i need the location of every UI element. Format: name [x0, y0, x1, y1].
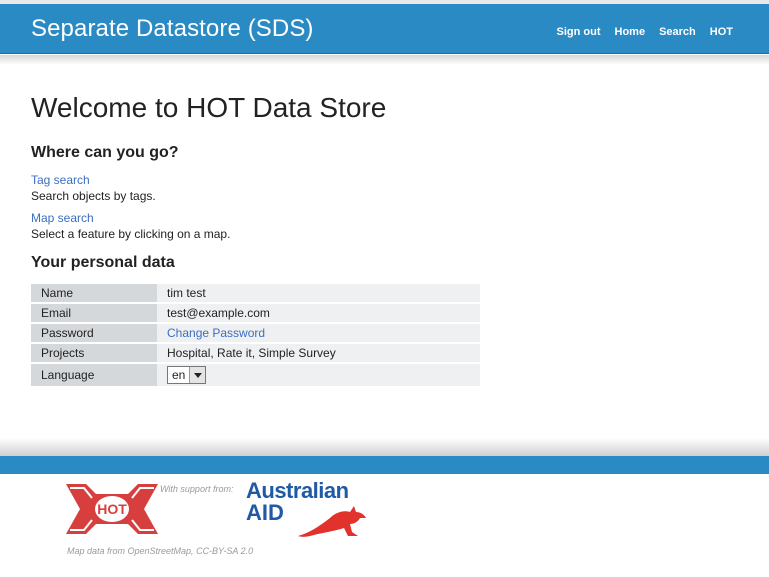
change-password-link[interactable]: Change Password — [167, 326, 265, 340]
where-heading: Where can you go? — [31, 144, 179, 161]
language-label: Language — [31, 364, 157, 386]
password-label: Password — [31, 324, 157, 342]
tag-search-desc: Search objects by tags. — [31, 189, 156, 203]
table-row: Language en — [31, 364, 480, 386]
table-row: Password Change Password — [31, 324, 480, 342]
map-credit: Map data from OpenStreetMap, CC-BY-SA 2.… — [67, 546, 254, 556]
name-value: tim test — [157, 284, 480, 302]
header-shadow — [0, 55, 769, 65]
projects-value: Hospital, Rate it, Simple Survey — [157, 344, 480, 362]
personal-data-table: Name tim test Email test@example.com Pas… — [31, 282, 480, 388]
table-row: Name tim test — [31, 284, 480, 302]
nav-hot[interactable]: HOT — [710, 26, 733, 38]
password-cell: Change Password — [157, 324, 480, 342]
dropdown-button[interactable] — [189, 367, 206, 383]
aus-logo-line1: Australian — [246, 478, 349, 503]
aus-logo-line2: AID — [246, 500, 284, 525]
table-row: Email test@example.com — [31, 304, 480, 322]
name-label: Name — [31, 284, 157, 302]
nav-sign-out[interactable]: Sign out — [557, 26, 601, 38]
hot-logo[interactable]: HOT — [66, 480, 158, 538]
top-nav: Sign out Home Search HOT — [557, 26, 734, 38]
footer-bar — [0, 456, 769, 474]
nav-home[interactable]: Home — [615, 26, 646, 38]
site-title[interactable]: Separate Datastore (SDS) — [31, 15, 314, 43]
footer-shadow — [0, 438, 769, 456]
header-bar: Separate Datastore (SDS) Sign out Home S… — [0, 4, 769, 54]
personal-data-heading: Your personal data — [31, 254, 175, 271]
page-title: Welcome to HOT Data Store — [31, 92, 387, 123]
table-row: Projects Hospital, Rate it, Simple Surve… — [31, 344, 480, 362]
language-select[interactable]: en — [167, 366, 207, 384]
australian-aid-logo[interactable]: Australian AID — [246, 480, 370, 540]
kangaroo-icon — [298, 506, 366, 537]
nav-search[interactable]: Search — [659, 26, 696, 38]
support-text: With support from: — [160, 484, 234, 494]
main-content: Welcome to HOT Data Store Where can you … — [31, 92, 731, 388]
language-select-value: en — [172, 368, 186, 382]
email-value: test@example.com — [157, 304, 480, 322]
tag-search-link[interactable]: Tag search — [31, 172, 731, 188]
hot-logo-text: HOT — [97, 501, 127, 517]
email-label: Email — [31, 304, 157, 322]
map-search-link[interactable]: Map search — [31, 210, 731, 226]
projects-label: Projects — [31, 344, 157, 362]
map-search-desc: Select a feature by clicking on a map. — [31, 227, 231, 241]
chevron-down-icon — [193, 372, 202, 378]
language-cell: en — [157, 364, 480, 386]
